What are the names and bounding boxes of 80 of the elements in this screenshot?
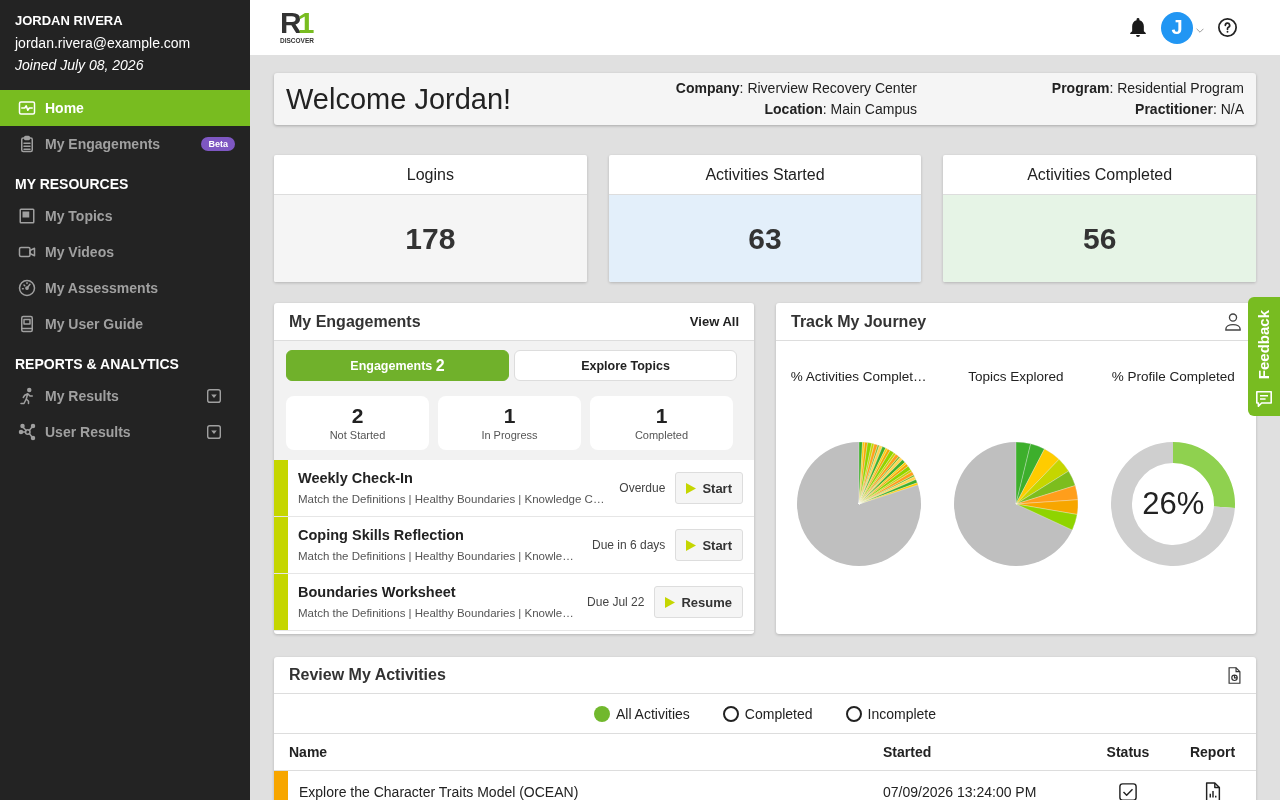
book-icon — [18, 315, 36, 333]
card-title: Review My Activities — [289, 666, 447, 684]
engagement-details: Match the Definitions | Healthy Boundaries | Knowle… — [298, 549, 575, 564]
stat-value: 56 — [943, 195, 1256, 282]
person-icon[interactable] — [1225, 312, 1241, 331]
radio-option[interactable]: All Activities — [593, 705, 690, 722]
bell-icon[interactable] — [1130, 18, 1146, 37]
accent-stripe — [274, 517, 288, 573]
welcome-title: Welcome Jordan! — [286, 82, 513, 116]
report-icon[interactable] — [1203, 782, 1222, 800]
info-text: Location: Main Campus — [763, 100, 917, 119]
column-header: Report — [1189, 744, 1236, 760]
card-title: Track My Journey — [791, 312, 928, 331]
engagement-title: Coping Skills Reflection — [298, 526, 465, 545]
nav-item[interactable]: My Results — [0, 378, 250, 414]
play-icon — [686, 482, 697, 494]
dropdown-icon[interactable] — [207, 425, 221, 439]
due-text: Due Jul 22 — [587, 595, 645, 609]
section-heading: MY RESOURCES — [14, 175, 130, 194]
chart-title: Topics Explored — [968, 368, 1064, 386]
avatar[interactable]: J — [1161, 11, 1193, 44]
play-icon — [665, 596, 676, 608]
action-button[interactable]: Start — [675, 529, 743, 561]
nav-item[interactable]: My Topics — [0, 198, 250, 234]
action-button[interactable]: Resume — [654, 586, 743, 618]
card-title: My Engagements — [289, 312, 422, 331]
percent-reading: 26% — [1142, 487, 1205, 521]
dropdown-icon[interactable] — [207, 389, 221, 403]
tab[interactable]: Explore Topics — [514, 350, 737, 381]
chat-icon — [1256, 391, 1272, 408]
gauge-icon — [18, 279, 36, 297]
engagement-details: Match the Definitions | Healthy Boundaries | Knowle… — [298, 606, 575, 621]
radio-option[interactable]: Incomplete — [845, 705, 937, 722]
document-icon[interactable] — [1228, 666, 1241, 684]
engagement-details: Match the Definitions | Healthy Boundaries | Knowledge C… — [298, 492, 606, 507]
column-header: Status — [1106, 744, 1150, 760]
chart-title: % Activities Complet… — [790, 368, 927, 386]
user-email: jordan.rivera@example.com — [15, 34, 192, 53]
count-label: Not Started — [329, 428, 386, 442]
accent-stripe — [274, 574, 288, 630]
play-icon — [686, 539, 697, 551]
nav-item[interactable]: My User Guide — [0, 306, 250, 342]
due-text: Overdue — [619, 481, 666, 495]
stat-value: 63 — [608, 195, 922, 282]
table-cell: 07/09/2026 13:24:00 PM — [883, 784, 1037, 800]
beta-badge: Beta — [201, 137, 235, 151]
monitor-pulse-icon — [18, 99, 36, 117]
nav-item[interactable]: User Results — [0, 414, 250, 450]
nav-item[interactable]: My Assessments — [0, 270, 250, 306]
nav-item[interactable]: My Engagements Beta — [0, 126, 250, 162]
running-figure-icon — [18, 387, 36, 405]
section-heading: REPORTS & ANALYTICS — [14, 355, 180, 374]
user-name: JORDAN RIVERA — [15, 12, 124, 30]
network-icon — [18, 423, 36, 441]
info-text: Program: Residential Program — [1050, 79, 1244, 98]
count-label: Completed — [634, 428, 689, 442]
count-value: 1 — [655, 404, 668, 428]
column-header: Started — [883, 744, 932, 760]
stat-value: 178 — [274, 195, 587, 282]
accent-stripe — [274, 460, 288, 516]
view-all-link[interactable]: View All — [689, 314, 739, 329]
clipboard-icon — [18, 135, 36, 153]
engagement-title: Boundaries Worksheet — [298, 583, 457, 602]
table-cell: Explore the Character Traits Model (OCEAN) — [299, 784, 579, 800]
help-icon[interactable] — [1218, 18, 1237, 37]
radio-option[interactable]: Completed — [722, 705, 813, 722]
count-value: 1 — [503, 404, 516, 428]
column-header: Name — [289, 744, 328, 760]
info-text: Practitioner: N/A — [1134, 100, 1244, 119]
picture-icon — [18, 207, 36, 225]
chart-title: % Profile Completed — [1111, 368, 1235, 386]
count-value: 2 — [351, 404, 364, 428]
count-label: In Progress — [481, 428, 538, 442]
engagement-title: Weekly Check-In — [298, 469, 414, 488]
join-date: Joined July 08, 2026 — [15, 56, 145, 75]
due-text: Due in 6 days — [592, 538, 666, 552]
info-text: Company: Riverview Recovery Center — [674, 79, 917, 98]
nav-item[interactable]: My Videos — [0, 234, 250, 270]
logo: R1 — [280, 10, 311, 35]
action-button[interactable]: Start — [675, 472, 743, 504]
